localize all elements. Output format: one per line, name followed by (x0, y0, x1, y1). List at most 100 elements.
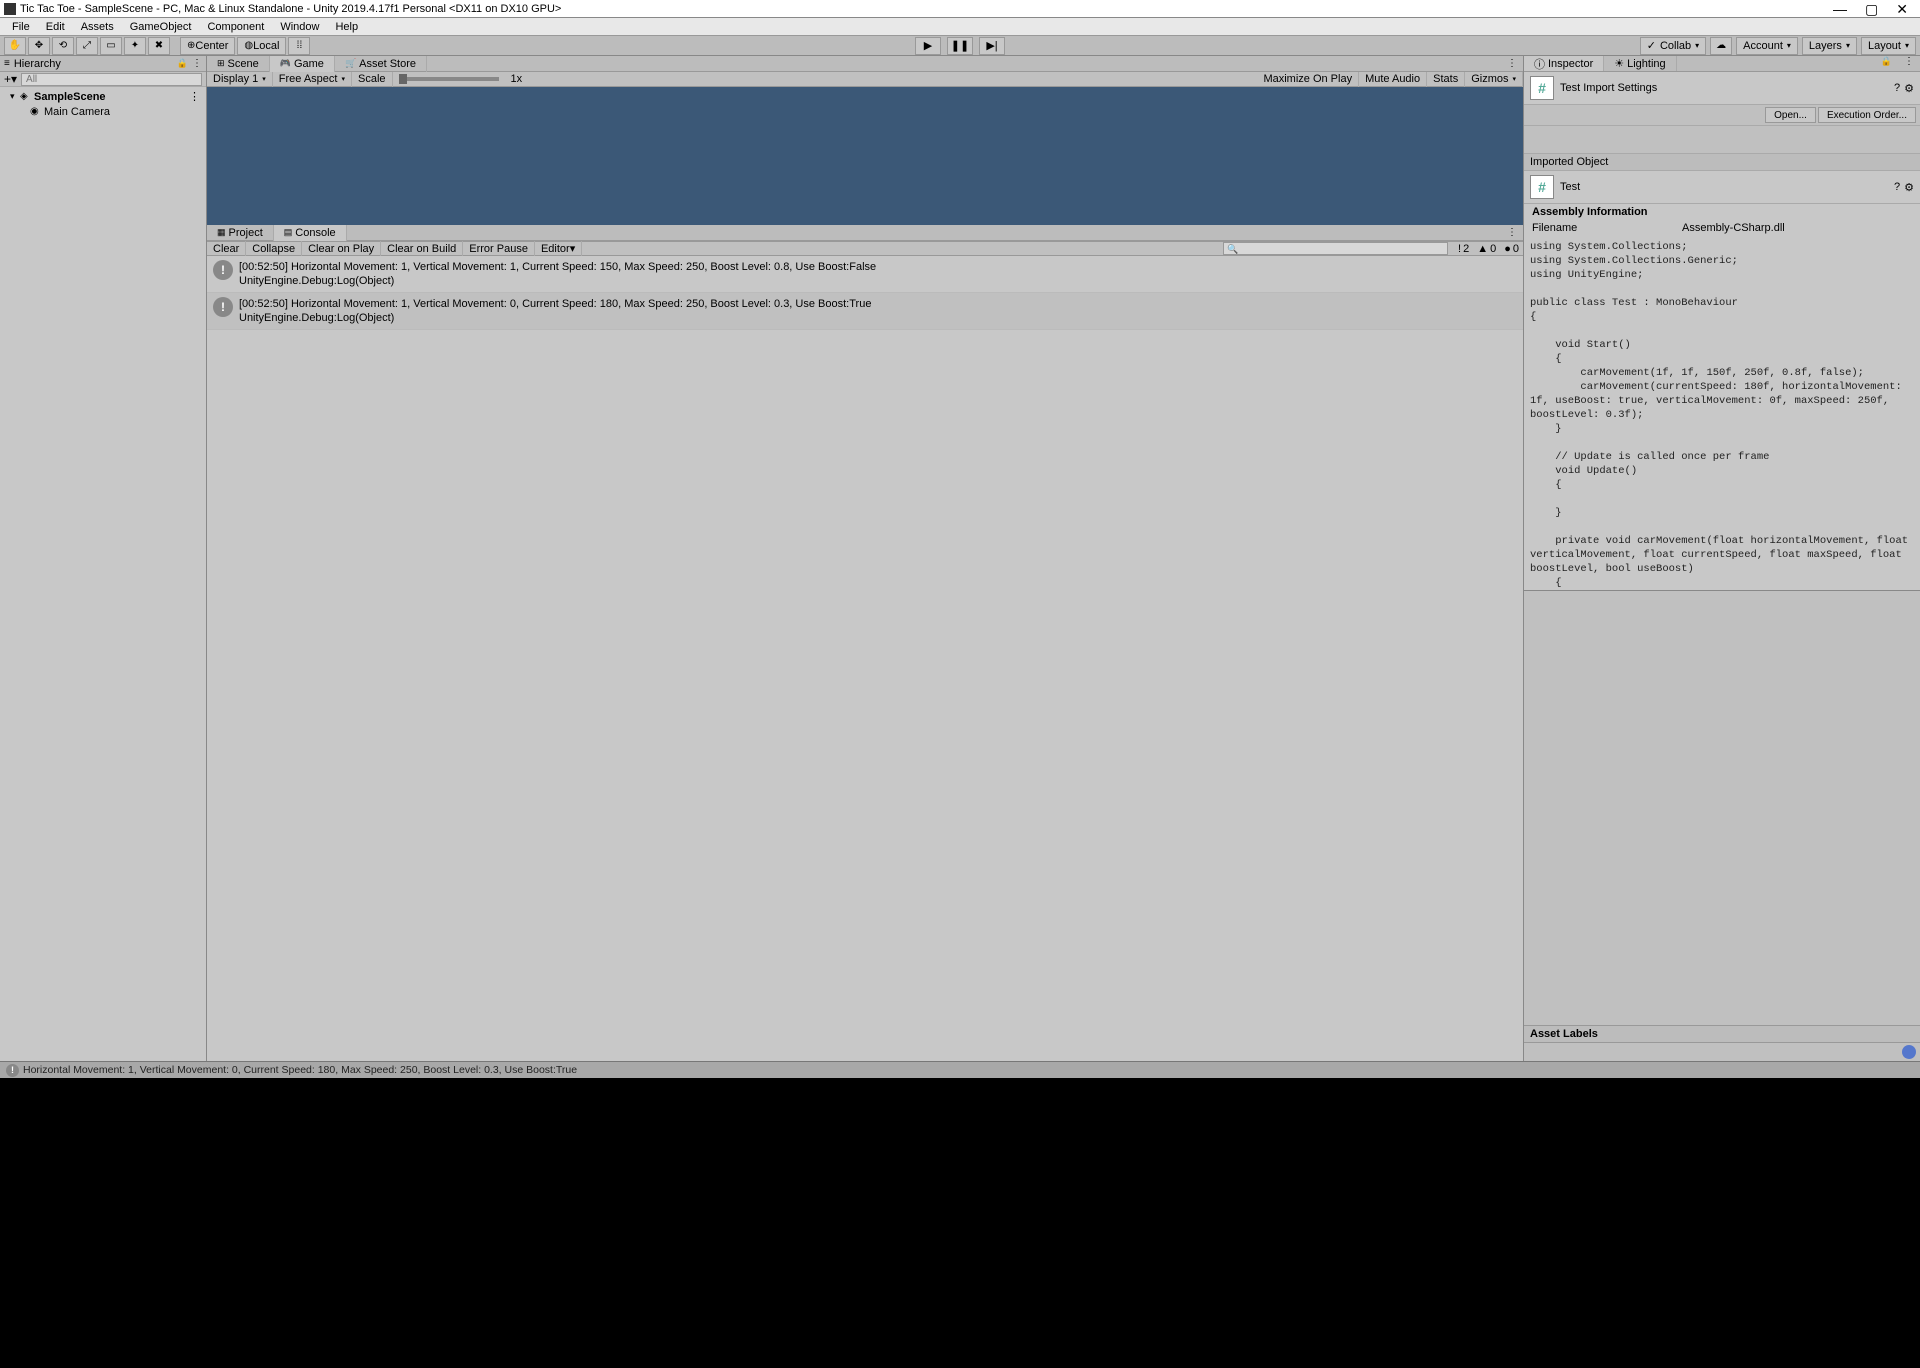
maximize-button[interactable]: ▢ (1865, 3, 1878, 15)
expand-icon[interactable]: ▾ (10, 91, 20, 102)
inspector-tab-icon: ⓘ (1534, 56, 1545, 72)
maximize-toggle[interactable]: Maximize On Play (1257, 72, 1359, 87)
log-message: [00:52:50] Horizontal Movement: 1, Verti… (239, 297, 871, 311)
step-button[interactable]: ▶| (979, 37, 1005, 55)
hierarchy-icon: ≡ (4, 58, 10, 69)
stats-toggle[interactable]: Stats (1427, 72, 1465, 87)
panel-menu-icon[interactable]: ⋮ (1898, 56, 1920, 71)
lighting-tab-icon: ☀ (1614, 57, 1624, 70)
window-title: Tic Tac Toe - SampleScene - PC, Mac & Li… (20, 3, 1833, 15)
tab-asset-store[interactable]: 🛒Asset Store (335, 56, 427, 72)
menu-edit[interactable]: Edit (38, 19, 73, 35)
scale-thumb[interactable] (399, 74, 407, 84)
menu-file[interactable]: File (4, 19, 38, 35)
scene-tab-icon: ⊞ (217, 58, 225, 69)
clear-on-play-toggle[interactable]: Clear on Play (302, 241, 381, 256)
scene-menu-icon[interactable]: ⋮ (189, 90, 204, 103)
gear-icon[interactable]: ⚙ (1904, 82, 1914, 95)
pivot-center-button[interactable]: ⊕ Center (180, 37, 235, 55)
transform-tool[interactable]: ✦ (124, 37, 146, 55)
layout-dropdown[interactable]: Layout (1861, 37, 1916, 55)
hierarchy-tree[interactable]: ▾ ◈ SampleScene ⋮ ◉ Main Camera (0, 87, 206, 1061)
scale-slider[interactable] (399, 77, 499, 81)
import-settings-title: Test Import Settings (1560, 82, 1657, 94)
execution-order-button[interactable]: Execution Order... (1818, 107, 1916, 123)
hierarchy-search-input[interactable] (21, 73, 202, 86)
warn-count[interactable]: ▲ 0 (1473, 243, 1500, 255)
custom-tool[interactable]: ✖ (148, 37, 170, 55)
panel-menu-icon[interactable]: ⋮ (192, 58, 202, 69)
asset-tag-icon[interactable] (1902, 1045, 1916, 1059)
cloud-button[interactable]: ☁ (1710, 37, 1732, 55)
tab-lighting[interactable]: ☀Lighting (1604, 56, 1676, 71)
display-dropdown[interactable]: Display 1 (207, 72, 273, 87)
editor-dropdown[interactable]: Editor ▾ (535, 241, 582, 256)
gear-icon[interactable]: ⚙ (1904, 181, 1914, 194)
aspect-dropdown[interactable]: Free Aspect (273, 72, 352, 87)
info-icon: ! (213, 260, 233, 280)
pause-button[interactable]: ❚❚ (947, 37, 973, 55)
console-search-input[interactable]: 🔍 (1223, 242, 1448, 255)
error-pause-toggle[interactable]: Error Pause (463, 241, 535, 256)
rotate-tool[interactable]: ⟲ (52, 37, 74, 55)
mute-toggle[interactable]: Mute Audio (1359, 72, 1427, 87)
tab-scene[interactable]: ⊞Scene (207, 56, 270, 72)
play-button[interactable]: ▶ (915, 37, 941, 55)
log-source: UnityEngine.Debug:Log(Object) (239, 311, 871, 325)
rect-tool[interactable]: ▭ (100, 37, 122, 55)
clear-button[interactable]: Clear (207, 241, 246, 256)
asset-labels-header: Asset Labels (1524, 1025, 1920, 1043)
layout-label: Layout (1868, 40, 1901, 52)
info-count[interactable]: ! 2 (1454, 243, 1473, 255)
collab-label: Collab (1660, 40, 1691, 52)
menu-gameobject[interactable]: GameObject (122, 19, 200, 35)
filename-value: Assembly-CSharp.dll (1682, 222, 1785, 234)
help-icon[interactable]: ? (1894, 82, 1900, 95)
console-messages[interactable]: ! [00:52:50] Horizontal Movement: 1, Ver… (207, 256, 1523, 1061)
gizmos-dropdown[interactable]: Gizmos (1465, 72, 1523, 87)
tab-project[interactable]: ▦Project (207, 225, 274, 241)
tabs-menu-icon[interactable]: ⋮ (1501, 227, 1523, 238)
asset-labels-body[interactable] (1524, 1043, 1920, 1061)
lock-icon[interactable]: 🔒 (1877, 56, 1896, 71)
clear-on-build-toggle[interactable]: Clear on Build (381, 241, 463, 256)
collab-dropdown[interactable]: ✓ Collab (1640, 37, 1706, 55)
tabs-menu-icon[interactable]: ⋮ (1501, 58, 1523, 69)
inspector-panel: ⓘInspector ☀Lighting 🔒 ⋮ # Test Import S… (1524, 56, 1920, 1061)
lock-icon[interactable]: 🔒 (177, 58, 188, 69)
move-tool[interactable]: ✥ (28, 37, 50, 55)
tab-inspector[interactable]: ⓘInspector (1524, 56, 1604, 71)
game-tab-icon: 🎮 (280, 58, 291, 69)
store-tab-label: Asset Store (359, 58, 416, 70)
menu-help[interactable]: Help (327, 19, 366, 35)
scene-icon: ◈ (20, 91, 32, 102)
snap-tool[interactable]: ⁞⁞ (288, 37, 310, 55)
inspector-tabs: ⓘInspector ☀Lighting 🔒 ⋮ (1524, 56, 1920, 72)
window-controls: — ▢ ✕ (1833, 3, 1916, 15)
log-message: [00:52:50] Horizontal Movement: 1, Verti… (239, 260, 876, 274)
scale-tool[interactable]: ⤢ (76, 37, 98, 55)
console-message[interactable]: ! [00:52:50] Horizontal Movement: 1, Ver… (207, 256, 1523, 293)
minimize-button[interactable]: — (1833, 3, 1847, 15)
tab-console[interactable]: ▤Console (274, 225, 347, 241)
game-view[interactable] (207, 87, 1523, 225)
tab-game[interactable]: 🎮Game (270, 56, 335, 72)
hand-tool[interactable]: ✋ (4, 37, 26, 55)
help-icon[interactable]: ? (1894, 181, 1900, 194)
pivot-local-button[interactable]: ◍ Local (237, 37, 286, 55)
menu-window[interactable]: Window (272, 19, 327, 35)
account-dropdown[interactable]: Account (1736, 37, 1798, 55)
open-button[interactable]: Open... (1765, 107, 1816, 123)
menu-assets[interactable]: Assets (73, 19, 122, 35)
close-button[interactable]: ✕ (1896, 3, 1908, 15)
scene-row[interactable]: ▾ ◈ SampleScene ⋮ (2, 89, 204, 104)
layers-dropdown[interactable]: Layers (1802, 37, 1857, 55)
console-message[interactable]: ! [00:52:50] Horizontal Movement: 1, Ver… (207, 293, 1523, 330)
menu-component[interactable]: Component (199, 19, 272, 35)
center-tabs: ⊞Scene 🎮Game 🛒Asset Store ⋮ (207, 56, 1523, 72)
error-count[interactable]: ● 0 (1500, 243, 1523, 255)
add-button[interactable]: +▾ (4, 72, 17, 86)
code-preview[interactable]: using System.Collections; using System.C… (1524, 236, 1920, 591)
collapse-toggle[interactable]: Collapse (246, 241, 302, 256)
gameobject-row[interactable]: ◉ Main Camera (2, 104, 204, 119)
